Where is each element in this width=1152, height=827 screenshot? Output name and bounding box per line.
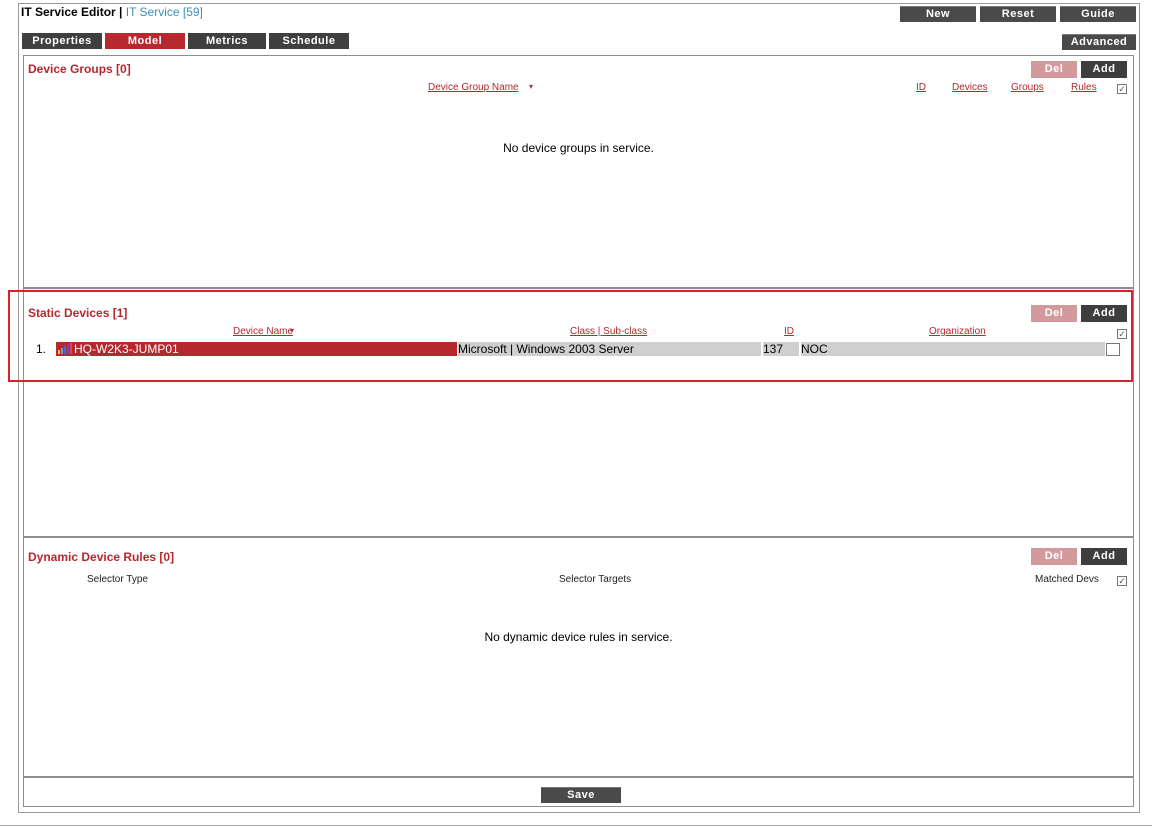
top-toolbar: New Reset Guide bbox=[900, 6, 1136, 22]
sort-down-icon: ▾ bbox=[290, 326, 295, 335]
select-all-checkbox[interactable]: ✓ bbox=[1117, 329, 1127, 339]
dynamic-rules-panel: Dynamic Device Rules [0] Del Add Selecto… bbox=[23, 537, 1134, 777]
advanced-button[interactable]: Advanced bbox=[1062, 34, 1136, 50]
sort-down-icon: ▾ bbox=[529, 82, 534, 91]
save-button[interactable]: Save bbox=[541, 787, 621, 803]
tab-properties[interactable]: Properties bbox=[22, 33, 102, 49]
select-all-checkbox[interactable]: ✓ bbox=[1117, 84, 1127, 94]
tab-model[interactable]: Model bbox=[105, 33, 185, 49]
static-devices-actions: Del Add bbox=[1031, 305, 1127, 322]
column-groups[interactable]: Groups bbox=[1011, 82, 1044, 93]
device-groups-del-button[interactable]: Del bbox=[1031, 61, 1077, 78]
column-device-name[interactable]: Device Name bbox=[233, 326, 293, 337]
row-index: 1. bbox=[36, 342, 47, 356]
device-name: HQ-W2K3-JUMP01 bbox=[74, 342, 179, 356]
column-rules[interactable]: Rules bbox=[1071, 82, 1097, 93]
dynamic-rules-empty-message: No dynamic device rules in service. bbox=[484, 630, 673, 644]
dynamic-rules-del-button[interactable]: Del bbox=[1031, 548, 1077, 565]
device-bars-icon bbox=[58, 343, 72, 355]
title-separator: | bbox=[115, 5, 126, 19]
column-matched-devs: Matched Devs bbox=[1035, 574, 1099, 585]
editor-tabs: Properties Model Metrics Schedule bbox=[22, 33, 349, 49]
static-devices-del-button[interactable]: Del bbox=[1031, 305, 1077, 322]
device-organization-cell: NOC bbox=[801, 342, 1105, 356]
column-device-group-name-label: Device Group Name bbox=[428, 82, 519, 93]
new-button[interactable]: New bbox=[900, 6, 976, 22]
tab-schedule[interactable]: Schedule bbox=[269, 33, 349, 49]
tab-metrics[interactable]: Metrics bbox=[188, 33, 266, 49]
column-devices[interactable]: Devices bbox=[952, 82, 988, 93]
static-devices-title: Static Devices [1] bbox=[28, 306, 128, 320]
column-id[interactable]: ID bbox=[916, 82, 926, 93]
row-checkbox[interactable] bbox=[1106, 343, 1120, 356]
static-devices-panel: Static Devices [1] Del Add Device Name ▾… bbox=[23, 288, 1134, 537]
save-bar: Save bbox=[23, 777, 1134, 807]
device-groups-add-button[interactable]: Add bbox=[1081, 61, 1127, 78]
column-selector-targets: Selector Targets bbox=[559, 574, 632, 585]
editor-title: IT Service Editor | IT Service [59] bbox=[21, 4, 203, 20]
guide-button[interactable]: Guide bbox=[1060, 6, 1136, 22]
column-selector-type: Selector Type bbox=[87, 574, 148, 585]
column-organization[interactable]: Organization bbox=[929, 326, 986, 337]
dynamic-rules-add-button[interactable]: Add bbox=[1081, 548, 1127, 565]
it-service-editor-window: IT Service Editor | IT Service [59] New … bbox=[18, 3, 1140, 813]
device-name-cell[interactable]: HQ-W2K3-JUMP01 bbox=[56, 342, 457, 356]
device-groups-actions: Del Add bbox=[1031, 61, 1127, 78]
dynamic-rules-title: Dynamic Device Rules [0] bbox=[28, 550, 175, 564]
column-id[interactable]: ID bbox=[784, 326, 794, 337]
reset-button[interactable]: Reset bbox=[980, 6, 1056, 22]
device-id-cell: 137 bbox=[763, 342, 799, 356]
select-all-checkbox[interactable]: ✓ bbox=[1117, 576, 1127, 586]
page-divider bbox=[0, 825, 1152, 826]
device-groups-panel: Device Groups [0] Del Add Device Group N… bbox=[23, 55, 1134, 288]
device-class-cell: Microsoft | Windows 2003 Server bbox=[458, 342, 761, 356]
dynamic-rules-actions: Del Add bbox=[1031, 548, 1127, 565]
column-device-group-name[interactable]: Device Group Name bbox=[428, 82, 519, 93]
device-groups-title: Device Groups [0] bbox=[28, 62, 131, 76]
device-groups-empty-message: No device groups in service. bbox=[503, 141, 654, 155]
static-devices-add-button[interactable]: Add bbox=[1081, 305, 1127, 322]
table-row[interactable]: 1. HQ-W2K3-JUMP01 Microsoft | Windows 20… bbox=[28, 342, 1128, 356]
service-name: IT Service [59] bbox=[125, 5, 203, 19]
column-class-subclass[interactable]: Class | Sub-class bbox=[570, 326, 647, 337]
editor-title-text: IT Service Editor bbox=[21, 5, 116, 19]
